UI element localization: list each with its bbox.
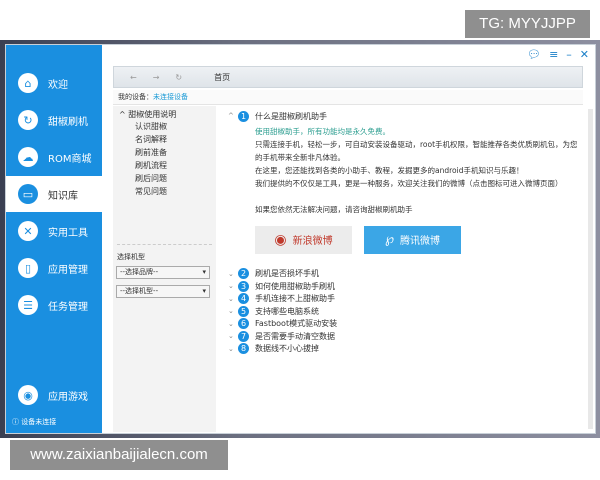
sidebar-item-label: 应用管理: [48, 264, 88, 276]
chevron-down-icon: ⌄: [228, 294, 234, 303]
faq-title: 数据线不小心拔掉: [255, 344, 319, 354]
guide-link[interactable]: 刷前准备: [113, 146, 216, 159]
guide-link[interactable]: 常见问题: [113, 185, 216, 198]
device-label: 我的设备：: [118, 93, 153, 101]
faq-item[interactable]: ^ 1 什么是甜椒刷机助手: [228, 110, 583, 123]
guide-link[interactable]: 认识甜椒: [113, 120, 216, 133]
device-value: 未连接设备: [153, 93, 188, 101]
chevron-down-icon: ⌄: [228, 307, 234, 316]
gamepad-icon: ◉: [18, 385, 38, 405]
answer-line: 在这里，您还能找到各类的小助手、教程，发掘更多的android手机知识与乐趣！: [255, 165, 524, 175]
phone-icon: ▯: [18, 258, 38, 278]
faq-item[interactable]: ⌄ 5 支持哪些电脑系统: [228, 305, 583, 318]
sidebar: ⌂ 欢迎 ↻ 甜椒刷机 ☁ ROM商城 ▭ 知识库 ✕ 实用工具 ▯ 应用管理 ☰ 任务管理 ◉ 应用游戏 …: [6, 45, 102, 433]
home-icon: ⌂: [18, 73, 38, 93]
device-row: 我的设备：未连接设备: [113, 90, 583, 105]
refresh-button[interactable]: ↻: [175, 73, 182, 82]
back-button[interactable]: ←: [130, 73, 137, 82]
minimize-icon[interactable]: –: [566, 48, 572, 61]
brand-select[interactable]: --选择品牌--: [116, 266, 210, 279]
faq-title: 支持哪些电脑系统: [255, 306, 319, 316]
sidebar-item-4[interactable]: ✕ 实用工具: [6, 213, 102, 249]
faq-number: 2: [238, 268, 249, 280]
refresh-icon: ↻: [18, 110, 38, 130]
forward-button[interactable]: →: [153, 73, 160, 82]
sidebar-item-label: ROM商城: [48, 153, 92, 165]
home-tab[interactable]: 首页: [214, 72, 230, 83]
chevron-down-icon: ⌄: [228, 319, 234, 328]
help-text: 如果您依然无法解决问题，请咨询甜椒刷机助手: [255, 204, 413, 214]
faq-item[interactable]: ⌄ 7 是否需要手动清空数据: [228, 330, 583, 343]
sidebar-item-label: 甜椒刷机: [48, 116, 88, 128]
faq-number: 4: [238, 293, 249, 305]
guide-link[interactable]: 刷机流程: [113, 159, 216, 172]
model-label: 选择机型: [117, 244, 212, 262]
sidebar-item-label: 欢迎: [48, 79, 68, 91]
button-label: 新浪微博: [292, 236, 333, 247]
nav-bar: ← → ↻ 首页: [113, 66, 583, 88]
chevron-up-icon: ^: [228, 112, 234, 121]
watermark-bottom: www.zaixianbaijialecn.com: [10, 440, 228, 470]
sidebar-item-5[interactable]: ▯ 应用管理: [6, 250, 102, 286]
chevron-down-icon: ⌄: [228, 344, 234, 353]
sidebar-item-3[interactable]: ▭ 知识库: [6, 176, 102, 212]
faq-title: Fastboot模式驱动安装: [255, 319, 338, 329]
faq-title: 什么是甜椒刷机助手: [255, 111, 327, 121]
sidebar-item-label: 任务管理: [48, 301, 88, 313]
sidebar-item-0[interactable]: ⌂ 欢迎: [6, 65, 102, 101]
sidebar-item-6[interactable]: ☰ 任务管理: [6, 287, 102, 323]
tencent-weibo-icon: ℘: [384, 232, 395, 247]
chevron-down-icon: ⌄: [228, 282, 234, 291]
faq-answer: 使用甜椒助手，所有功能均是永久免费。 只需连接手机，轻松一步，可自动安装设备驱动…: [228, 125, 583, 216]
faq-number: 5: [238, 305, 249, 317]
faq-number: 8: [238, 343, 249, 355]
faq-item[interactable]: ⌄ 4 手机连接不上甜椒助手: [228, 293, 583, 306]
app-window: ⌂ 欢迎 ↻ 甜椒刷机 ☁ ROM商城 ▭ 知识库 ✕ 实用工具 ▯ 应用管理 ☰ 任务管理 ◉ 应用游戏 …: [5, 44, 596, 434]
menu-icon[interactable]: ≡: [549, 48, 558, 61]
chevron-down-icon: ⌄: [228, 332, 234, 341]
section-title[interactable]: ^ 甜椒使用说明: [113, 106, 216, 120]
comment-icon[interactable]: 💬︎: [527, 48, 541, 61]
faq-content: ^ 1 什么是甜椒刷机助手 使用甜椒助手，所有功能均是永久免费。 只需连接手机，轻松…: [228, 110, 583, 355]
faq-item[interactable]: ⌄ 6 Fastboot模式驱动安装: [228, 318, 583, 331]
tencent-weibo-button[interactable]: ℘ 腾讯微博: [364, 225, 461, 254]
faq-title: 是否需要手动清空数据: [255, 331, 335, 341]
cloud-upload-icon: ☁: [18, 147, 38, 167]
faq-title: 如何使用甜椒助手刷机: [255, 281, 335, 291]
sidebar-item-label: 实用工具: [48, 227, 88, 239]
faq-item[interactable]: ⌄ 8 数据线不小心拔掉: [228, 343, 583, 356]
answer-line: 使用甜椒助手，所有功能均是永久免费。: [255, 126, 390, 136]
tools-icon: ✕: [18, 221, 38, 241]
faq-number: 1: [238, 110, 249, 122]
faq-title: 手机连接不上甜椒助手: [255, 294, 335, 304]
model-select[interactable]: --选择机型--: [116, 285, 210, 298]
window-controls: 💬︎ ≡ – ✕: [527, 48, 589, 61]
sidebar-item-label: 应用游戏: [48, 391, 88, 403]
left-panel: ^ 甜椒使用说明 认识甜椒 名词解释 刷前准备 刷机流程 刷后问题 常见问题 选择机型 -…: [113, 106, 216, 432]
faq-item[interactable]: ⌄ 2 刷机是否损坏手机: [228, 268, 583, 281]
close-icon[interactable]: ✕: [580, 48, 589, 61]
sina-weibo-button[interactable]: ◉ 新浪微博: [255, 225, 352, 254]
guide-link[interactable]: 名词解释: [113, 133, 216, 146]
sidebar-item-1[interactable]: ↻ 甜椒刷机: [6, 102, 102, 138]
button-label: 腾讯微博: [400, 236, 441, 247]
faq-number: 7: [238, 330, 249, 342]
answer-line: 只需连接手机，轻松一步，可自动安装设备驱动，root手机权限，智能推荐各类优质刷…: [255, 139, 578, 162]
list-icon: ☰: [18, 295, 38, 315]
book-icon: ▭: [18, 184, 38, 204]
faq-number: 3: [238, 280, 249, 292]
answer-line: 我们提供的不仅仅是工具，更是一种服务，欢迎关注我们的微博（点击图标可进入微博页面…: [255, 178, 563, 188]
watermark-top: TG: MYYJJPP: [465, 10, 590, 38]
guide-link[interactable]: 刷后问题: [113, 172, 216, 185]
sidebar-item-2[interactable]: ☁ ROM商城: [6, 139, 102, 175]
device-status: ⓘ 设备未连接: [12, 418, 57, 426]
faq-title: 刷机是否损坏手机: [255, 269, 319, 279]
scrollbar[interactable]: [588, 109, 593, 429]
sidebar-item-games[interactable]: ◉ 应用游戏: [6, 377, 102, 413]
faq-item[interactable]: ⌄ 3 如何使用甜椒助手刷机: [228, 280, 583, 293]
sidebar-item-label: 知识库: [48, 190, 78, 202]
chevron-down-icon: ⌄: [228, 269, 234, 278]
faq-number: 6: [238, 318, 249, 330]
weibo-icon: ◉: [274, 231, 287, 248]
